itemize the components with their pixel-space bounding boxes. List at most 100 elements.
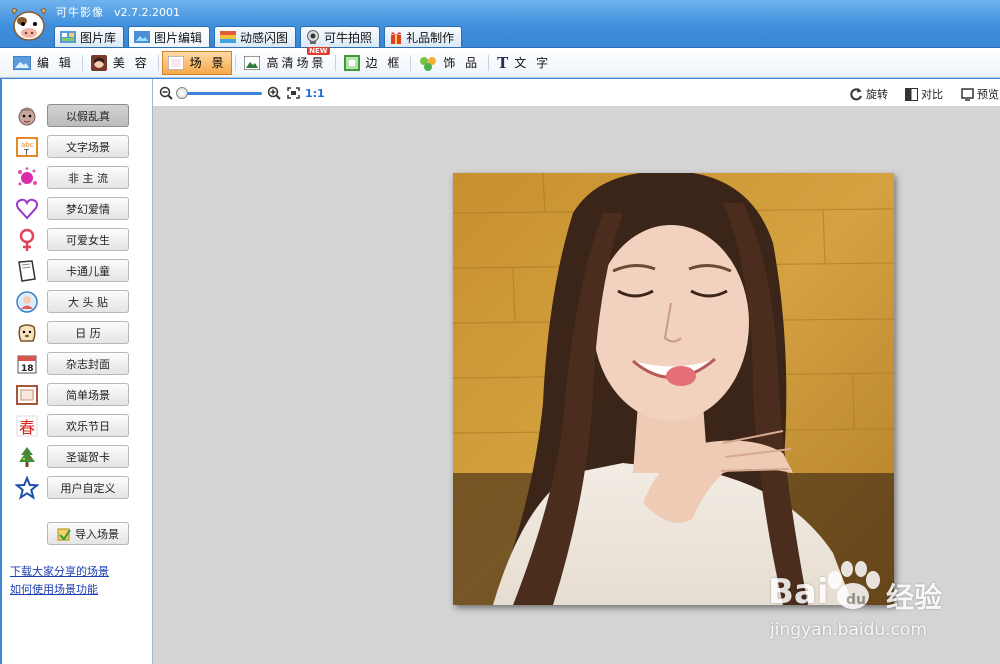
zoom-out-icon[interactable] — [159, 86, 173, 100]
app-title: 可牛影像 v2.7.2.2001 — [56, 4, 180, 20]
zoom-slider-track[interactable] — [177, 92, 262, 95]
scene-button-photo-sticker[interactable]: 大 头 贴 — [47, 290, 129, 313]
scene-button-dream-love[interactable]: 梦幻爱情 — [47, 197, 129, 220]
webcam-icon — [307, 30, 320, 44]
scene-button-fake-real[interactable]: 以假乱真 — [47, 104, 129, 127]
scene-button-calendar[interactable]: 日 历 — [47, 321, 129, 344]
edited-photo[interactable] — [453, 173, 894, 605]
tab-gift[interactable]: 礼品制作 — [384, 26, 463, 47]
title-bar: 可牛影像 v2.7.2.2001 图片库 图片编辑 动感闪图 可牛拍照 礼品制作 — [0, 0, 1000, 47]
svg-text:春: 春 — [19, 418, 35, 437]
tool-text[interactable]: T 文 字 — [492, 51, 556, 75]
hd-scene-icon — [244, 55, 261, 70]
tool-scene[interactable]: 场 景 — [161, 50, 233, 75]
tab-gallery[interactable]: 图片库 — [54, 26, 125, 47]
animation-icon — [220, 31, 237, 43]
import-scene-button[interactable]: 导入场景 — [47, 522, 129, 545]
scene-item: abc T 文字场景 — [2, 132, 152, 163]
fit-window-icon[interactable] — [287, 87, 300, 99]
text-icon: T — [497, 53, 509, 72]
preview-icon — [961, 87, 974, 101]
scene-item: 大 头 贴 — [2, 287, 152, 318]
tool-label: 高清场景 — [266, 56, 327, 70]
rotate-button[interactable]: 旋转 — [849, 86, 888, 102]
compare-icon — [905, 87, 918, 101]
import-scene-label: 导入场景 — [75, 527, 119, 541]
scene-button-nonmainstream[interactable]: 非 主 流 — [47, 166, 129, 189]
watermark-url: jingyan.baidu.com — [770, 620, 927, 640]
svg-text:18: 18 — [21, 364, 34, 374]
preview-label: 预览 — [977, 88, 999, 101]
tool-label: 文 字 — [514, 56, 552, 70]
scene-item: 用户自定义 — [2, 473, 152, 504]
cartoon-book-icon — [18, 260, 36, 282]
download-scenes-link[interactable]: 下载大家分享的场景 — [10, 563, 109, 579]
scene-category-panel: 以假乱真 abc T 文字场景 非 主 流 梦幻爱情 可爱女生 卡通儿童 大 头 … — [0, 79, 153, 664]
preview-button[interactable]: 预览 — [961, 86, 999, 102]
scene-button-simple-scene[interactable]: 简单场景 — [47, 383, 129, 406]
rotate-label: 旋转 — [866, 88, 888, 101]
tab-camera[interactable]: 可牛拍照 — [300, 26, 381, 47]
divider — [157, 54, 159, 71]
edit-icon — [13, 55, 31, 70]
scene-item: 简单场景 — [2, 380, 152, 411]
tool-beauty[interactable]: 美 容 — [86, 51, 155, 75]
tab-label: 动感闪图 — [240, 30, 289, 45]
scene-button-christmas-card[interactable]: 圣诞贺卡 — [47, 445, 129, 468]
tool-label: 饰 品 — [443, 56, 481, 70]
sub-toolbar: 编 辑 美 容 场 景 高清场景 NEW 边 框 饰 品 T 文 字 — [0, 46, 1000, 78]
scene-category-list: 以假乱真 abc T 文字场景 非 主 流 梦幻爱情 可爱女生 卡通儿童 大 头 … — [2, 101, 152, 504]
frame-icon — [343, 54, 360, 71]
divider — [334, 54, 336, 71]
svg-text:T: T — [23, 148, 29, 157]
tool-ornament[interactable]: 饰 品 — [414, 51, 485, 75]
scene-button-cartoon-kids[interactable]: 卡通儿童 — [47, 259, 129, 282]
tool-hd-scene[interactable]: 高清场景 NEW — [239, 46, 331, 75]
tab-label: 可牛拍照 — [324, 30, 373, 45]
scene-item: 日 历 — [2, 318, 152, 349]
scene-item: 非 主 流 — [2, 163, 152, 194]
zoom-in-icon[interactable] — [267, 86, 281, 100]
watermark-brand: Bai — [768, 572, 829, 612]
actual-size-button[interactable]: 1:1 — [305, 87, 325, 100]
scene-item: 圣诞贺卡 — [2, 442, 152, 473]
edit-picture-icon — [134, 31, 151, 43]
tab-picture-edit[interactable]: 图片编辑 — [128, 26, 211, 47]
gallery-icon — [60, 31, 76, 43]
divider — [410, 54, 412, 71]
scene-button-text-scene[interactable]: 文字场景 — [47, 135, 129, 158]
photo-sticker-icon — [16, 291, 38, 313]
divider — [235, 54, 237, 71]
simple-frame-icon — [16, 385, 38, 405]
scene-item: 梦幻爱情 — [2, 194, 152, 225]
watermark-brand-cn: 经验 — [886, 581, 943, 614]
compare-button[interactable]: 对比 — [905, 86, 943, 102]
scene-button-festival[interactable]: 欢乐节日 — [47, 414, 129, 437]
heart-icon — [16, 198, 38, 220]
female-icon — [19, 228, 35, 251]
tab-animation[interactable]: 动感闪图 — [214, 26, 297, 47]
tool-frame[interactable]: 边 框 — [339, 51, 408, 75]
scene-button-cute-girl[interactable]: 可爱女生 — [47, 228, 129, 251]
scene-icon — [167, 55, 184, 70]
rotate-icon — [850, 88, 862, 101]
how-to-use-scenes-link[interactable]: 如何使用场景功能 — [10, 581, 98, 597]
scene-item: 春 欢乐节日 — [2, 411, 152, 442]
text-scene-icon: abcT — [16, 137, 38, 157]
scene-button-magazine-cover[interactable]: 杂志封面 — [47, 352, 129, 375]
scene-button-user-defined[interactable]: 用户自定义 — [47, 476, 129, 499]
app-version: v2.7.2.2001 — [114, 6, 180, 19]
tab-label: 图片库 — [80, 30, 117, 45]
christmas-tree-icon — [19, 447, 35, 467]
ornament-icon — [420, 56, 437, 71]
star-icon — [15, 476, 39, 500]
tool-label: 边 框 — [365, 56, 403, 70]
nonmainstream-icon — [18, 167, 37, 186]
svg-text:du: du — [846, 592, 866, 608]
tool-edit[interactable]: 编 辑 — [8, 51, 79, 75]
cow-logo-icon — [12, 8, 46, 41]
scene-item: 可爱女生 — [2, 225, 152, 256]
gift-icon — [391, 32, 402, 44]
compare-label: 对比 — [921, 88, 943, 101]
zoom-slider-handle[interactable] — [176, 87, 188, 99]
